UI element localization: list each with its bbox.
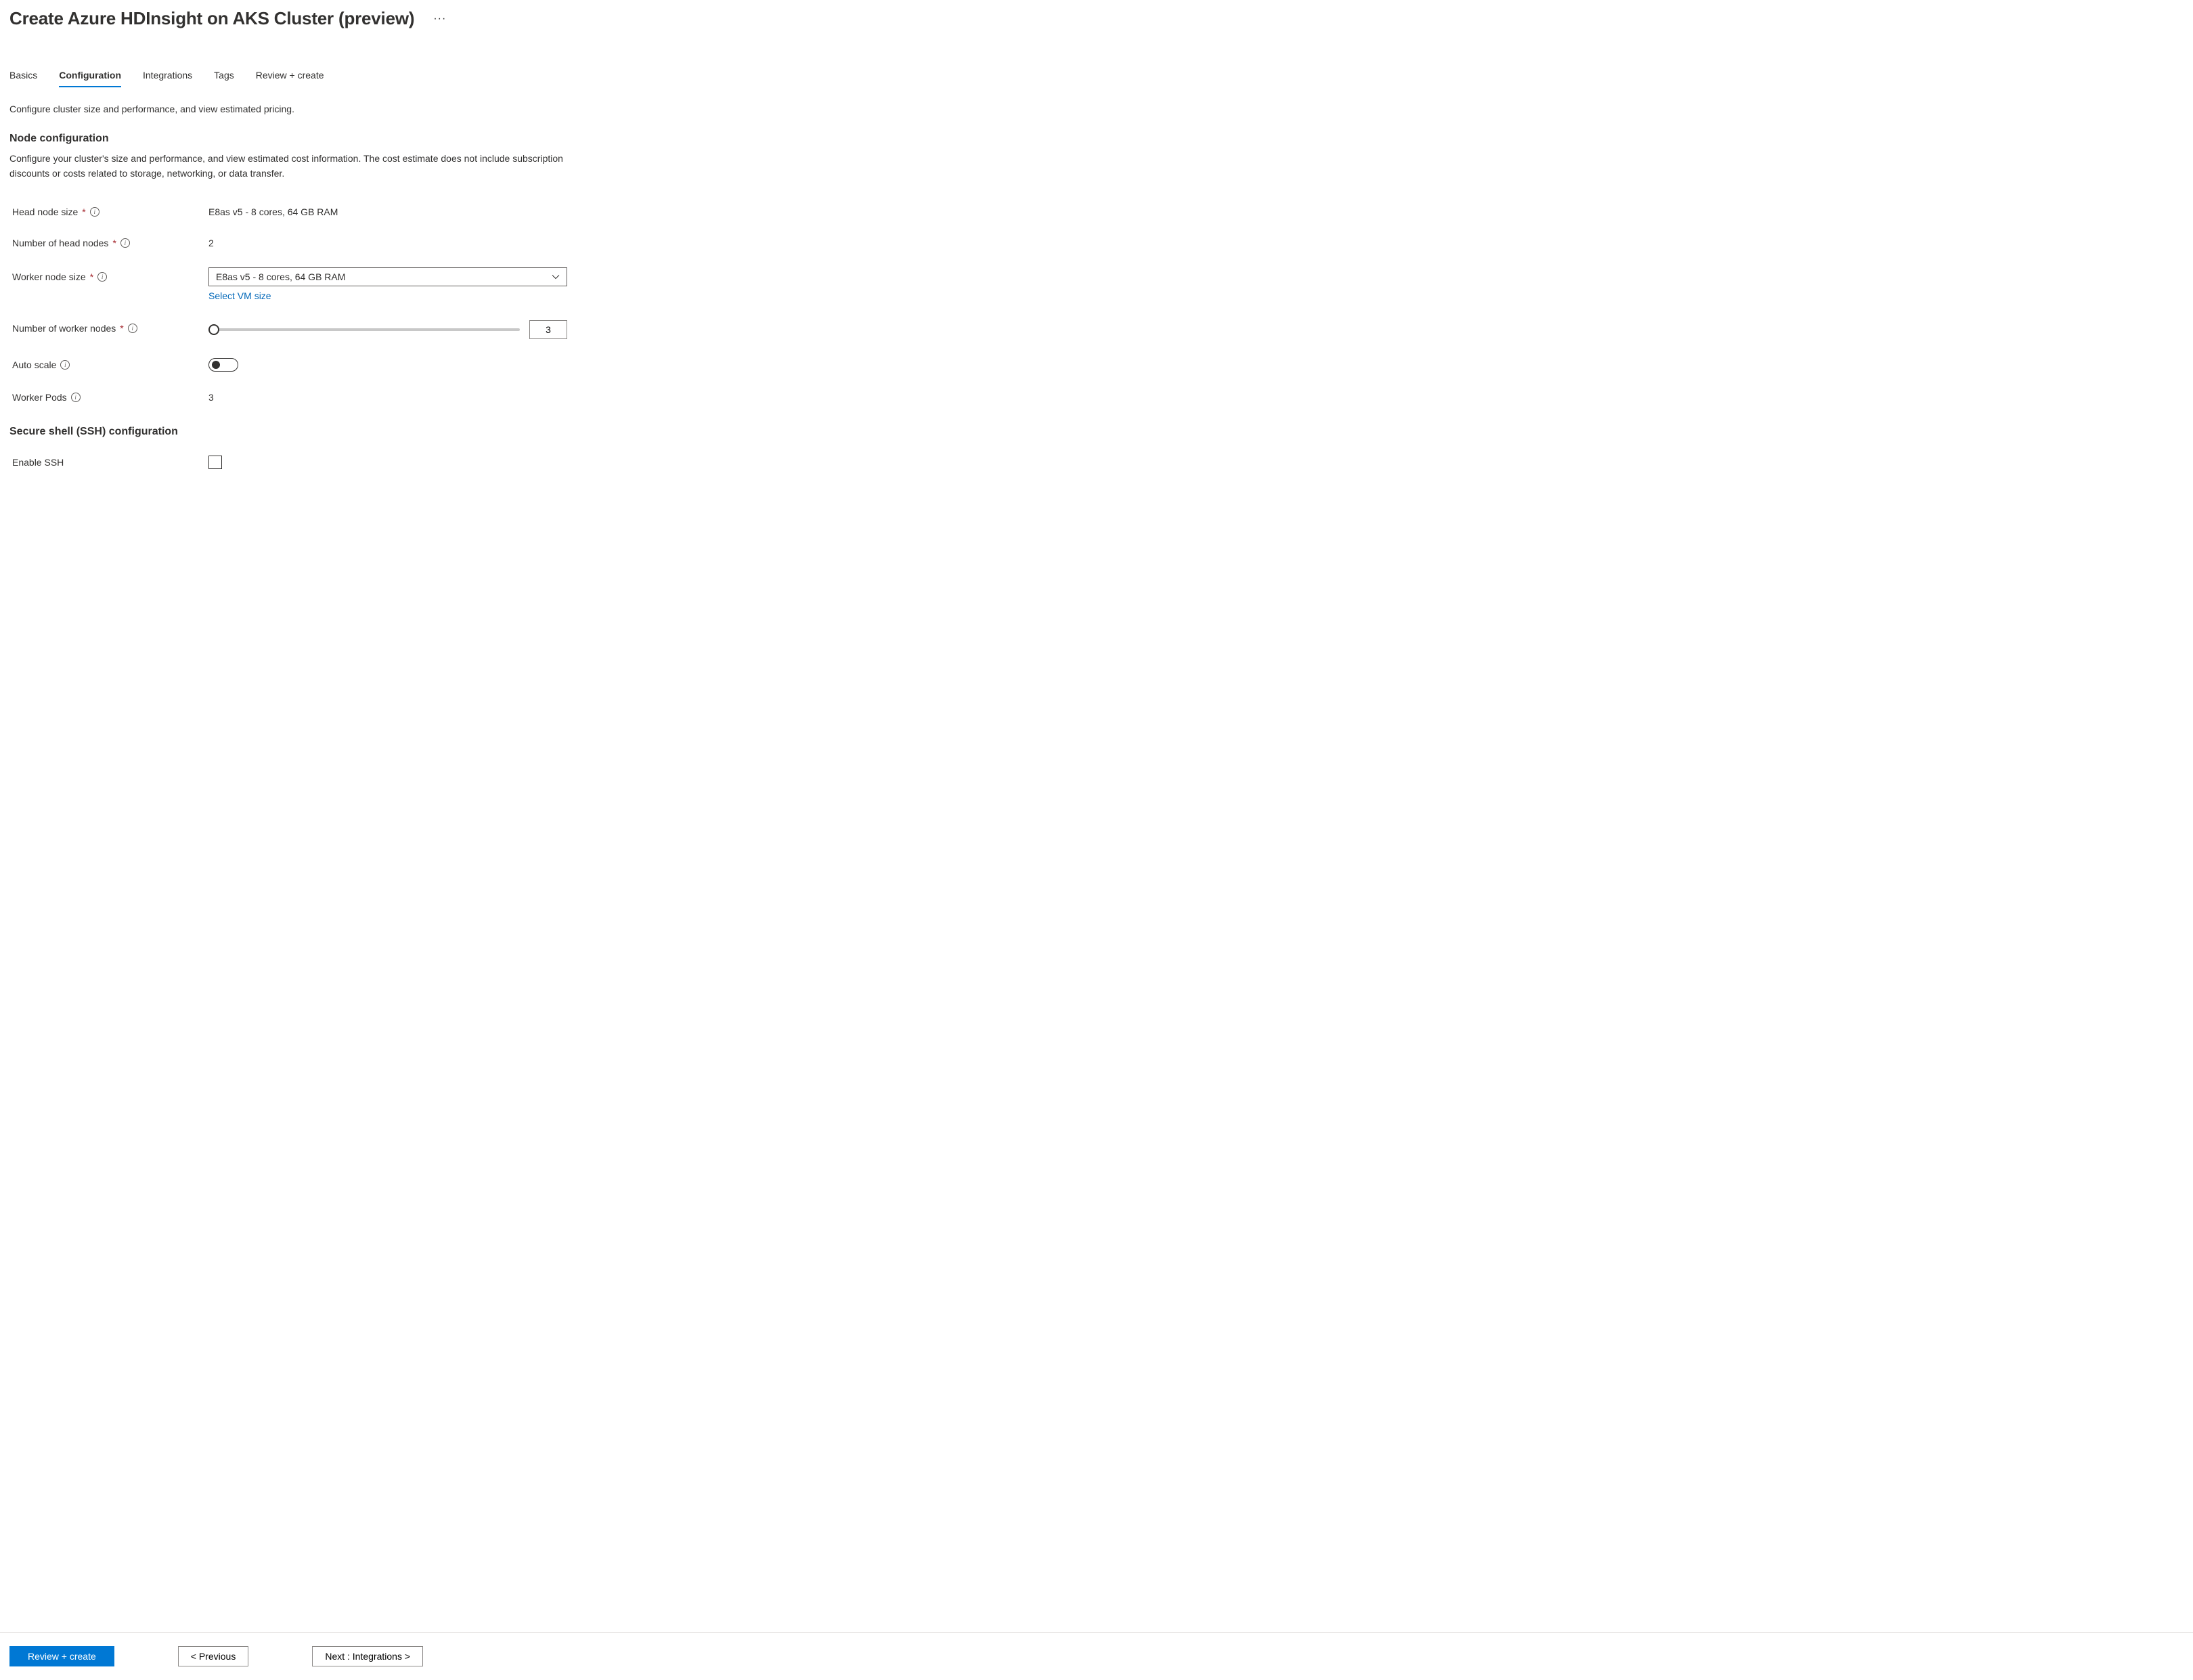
slider-track xyxy=(208,328,520,331)
intro-text: Configure cluster size and performance, … xyxy=(9,102,2184,116)
chevron-down-icon xyxy=(552,273,560,281)
ssh-heading: Secure shell (SSH) configuration xyxy=(9,426,2184,438)
info-icon[interactable]: i xyxy=(128,324,137,333)
previous-button[interactable]: < Previous xyxy=(178,1646,249,1666)
review-create-button[interactable]: Review + create xyxy=(9,1646,114,1666)
footer: Review + create < Previous Next : Integr… xyxy=(0,1632,2193,1680)
toggle-knob xyxy=(212,361,220,369)
head-node-size-label: Head node size xyxy=(12,206,78,217)
worker-node-size-select[interactable]: E8as v5 - 8 cores, 64 GB RAM xyxy=(208,267,567,286)
num-worker-nodes-label: Number of worker nodes xyxy=(12,323,116,334)
required-marker: * xyxy=(112,238,116,248)
more-actions-icon[interactable]: ··· xyxy=(430,10,449,28)
node-config-description: Configure your cluster's size and perfor… xyxy=(9,152,564,181)
select-vm-size-link[interactable]: Select VM size xyxy=(208,290,271,301)
next-button[interactable]: Next : Integrations > xyxy=(312,1646,423,1666)
enable-ssh-checkbox[interactable] xyxy=(208,456,222,469)
num-head-nodes-label: Number of head nodes xyxy=(12,238,108,248)
node-config-heading: Node configuration xyxy=(9,133,2184,145)
tab-review-create[interactable]: Review + create xyxy=(256,70,324,87)
info-icon[interactable]: i xyxy=(120,238,130,248)
info-icon[interactable]: i xyxy=(60,360,70,370)
tab-configuration[interactable]: Configuration xyxy=(59,70,121,87)
worker-pods-value: 3 xyxy=(208,391,574,403)
tab-integrations[interactable]: Integrations xyxy=(143,70,192,87)
worker-pods-label: Worker Pods xyxy=(12,392,67,403)
slider-thumb[interactable] xyxy=(208,324,219,335)
info-icon[interactable]: i xyxy=(97,272,107,282)
worker-node-size-selected: E8as v5 - 8 cores, 64 GB RAM xyxy=(216,271,345,282)
info-icon[interactable]: i xyxy=(90,207,99,217)
tab-tags[interactable]: Tags xyxy=(214,70,234,87)
required-marker: * xyxy=(82,206,85,217)
num-worker-nodes-slider[interactable] xyxy=(208,324,520,335)
num-worker-nodes-input[interactable] xyxy=(529,320,567,339)
tab-basics[interactable]: Basics xyxy=(9,70,37,87)
tab-bar: Basics Configuration Integrations Tags R… xyxy=(9,70,2184,87)
auto-scale-toggle[interactable] xyxy=(208,358,238,372)
head-node-size-value: E8as v5 - 8 cores, 64 GB RAM xyxy=(208,205,574,217)
worker-node-size-label: Worker node size xyxy=(12,271,86,282)
required-marker: * xyxy=(90,271,93,282)
enable-ssh-label: Enable SSH xyxy=(12,457,64,468)
num-head-nodes-value: 2 xyxy=(208,236,574,248)
auto-scale-label: Auto scale xyxy=(12,359,56,370)
required-marker: * xyxy=(120,323,123,334)
info-icon[interactable]: i xyxy=(71,393,81,402)
page-title: Create Azure HDInsight on AKS Cluster (p… xyxy=(9,8,414,29)
